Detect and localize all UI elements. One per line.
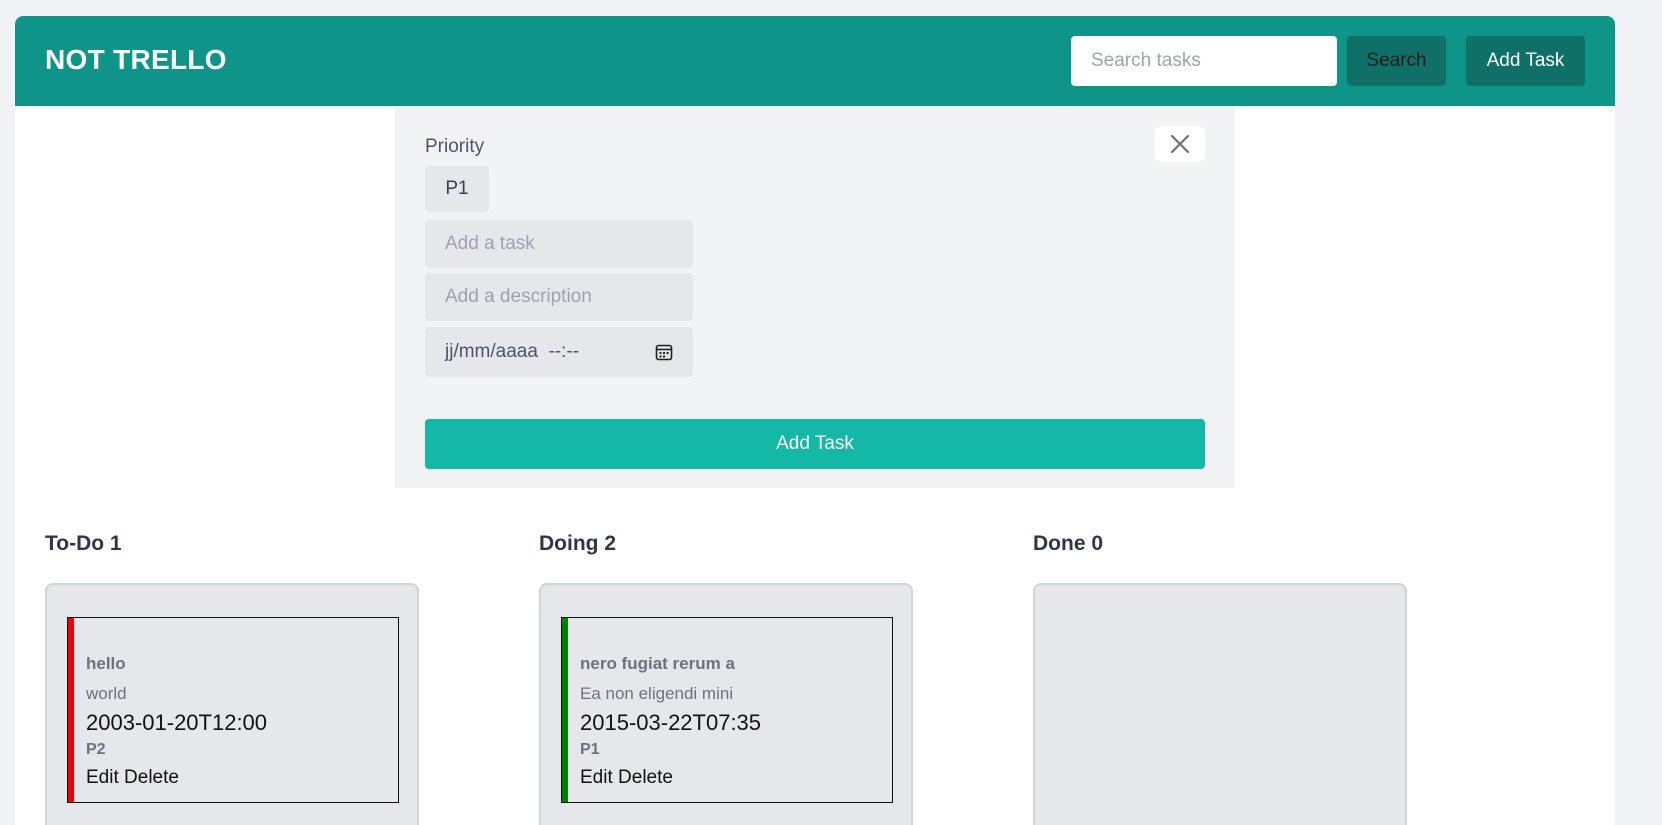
card-due-date: 2003-01-20T12:00 (86, 710, 268, 735)
delete-button[interactable]: Delete (618, 767, 673, 788)
edit-button[interactable]: Edit (580, 767, 613, 788)
date-placeholder: jj/mm/aaaa --:-- (445, 341, 580, 362)
task-title-input[interactable]: Add a task (425, 220, 693, 268)
app-window: NOT TRELLO Search Add Task Priority P1 A… (15, 16, 1615, 825)
edit-button[interactable]: Edit (86, 767, 119, 788)
card-priority: P1 (580, 741, 600, 758)
calendar-icon[interactable] (655, 343, 673, 361)
priority-stripe (562, 618, 568, 802)
card-actions: Edit Delete (86, 766, 398, 790)
add-task-button[interactable]: Add Task (1466, 36, 1585, 86)
delete-button[interactable]: Delete (124, 767, 179, 788)
search-button[interactable]: Search (1347, 36, 1446, 86)
card-due-date: 2015-03-22T07:35 (580, 710, 762, 735)
card-actions: Edit Delete (580, 766, 892, 790)
task-description-input[interactable]: Add a description (425, 273, 693, 321)
search-input[interactable] (1071, 36, 1337, 86)
close-icon (1170, 134, 1190, 154)
column-todo[interactable]: hello world 2003-01-20T12:00 P2 Edit Del… (45, 583, 419, 825)
column-done[interactable] (1033, 583, 1407, 825)
card-title: hello (86, 654, 126, 673)
column-doing[interactable]: nero fugiat rerum a Ea non eligendi mini… (539, 583, 913, 825)
priority-label: Priority (425, 136, 485, 157)
card-priority: P2 (86, 741, 106, 758)
card-title: nero fugiat rerum a (580, 654, 735, 673)
card-description: Ea non eligendi mini (580, 684, 734, 703)
brand-logo: NOT TRELLO (45, 44, 227, 75)
close-form-button[interactable] (1155, 126, 1205, 162)
submit-task-button[interactable]: Add Task (425, 419, 1205, 469)
due-date-input[interactable]: jj/mm/aaaa --:-- (425, 327, 693, 377)
card-description: world (86, 684, 127, 703)
header-bar: NOT TRELLO Search Add Task (15, 16, 1615, 106)
column-title-todo: To-Do 1 (45, 532, 122, 555)
task-card[interactable]: nero fugiat rerum a Ea non eligendi mini… (561, 617, 893, 803)
task-card[interactable]: hello world 2003-01-20T12:00 P2 Edit Del… (67, 617, 399, 803)
priority-stripe (68, 618, 74, 802)
priority-select[interactable]: P1 (425, 166, 489, 212)
column-title-doing: Doing 2 (539, 532, 616, 555)
add-task-form: Priority P1 Add a task Add a description… (395, 106, 1235, 488)
column-title-done: Done 0 (1033, 532, 1104, 555)
